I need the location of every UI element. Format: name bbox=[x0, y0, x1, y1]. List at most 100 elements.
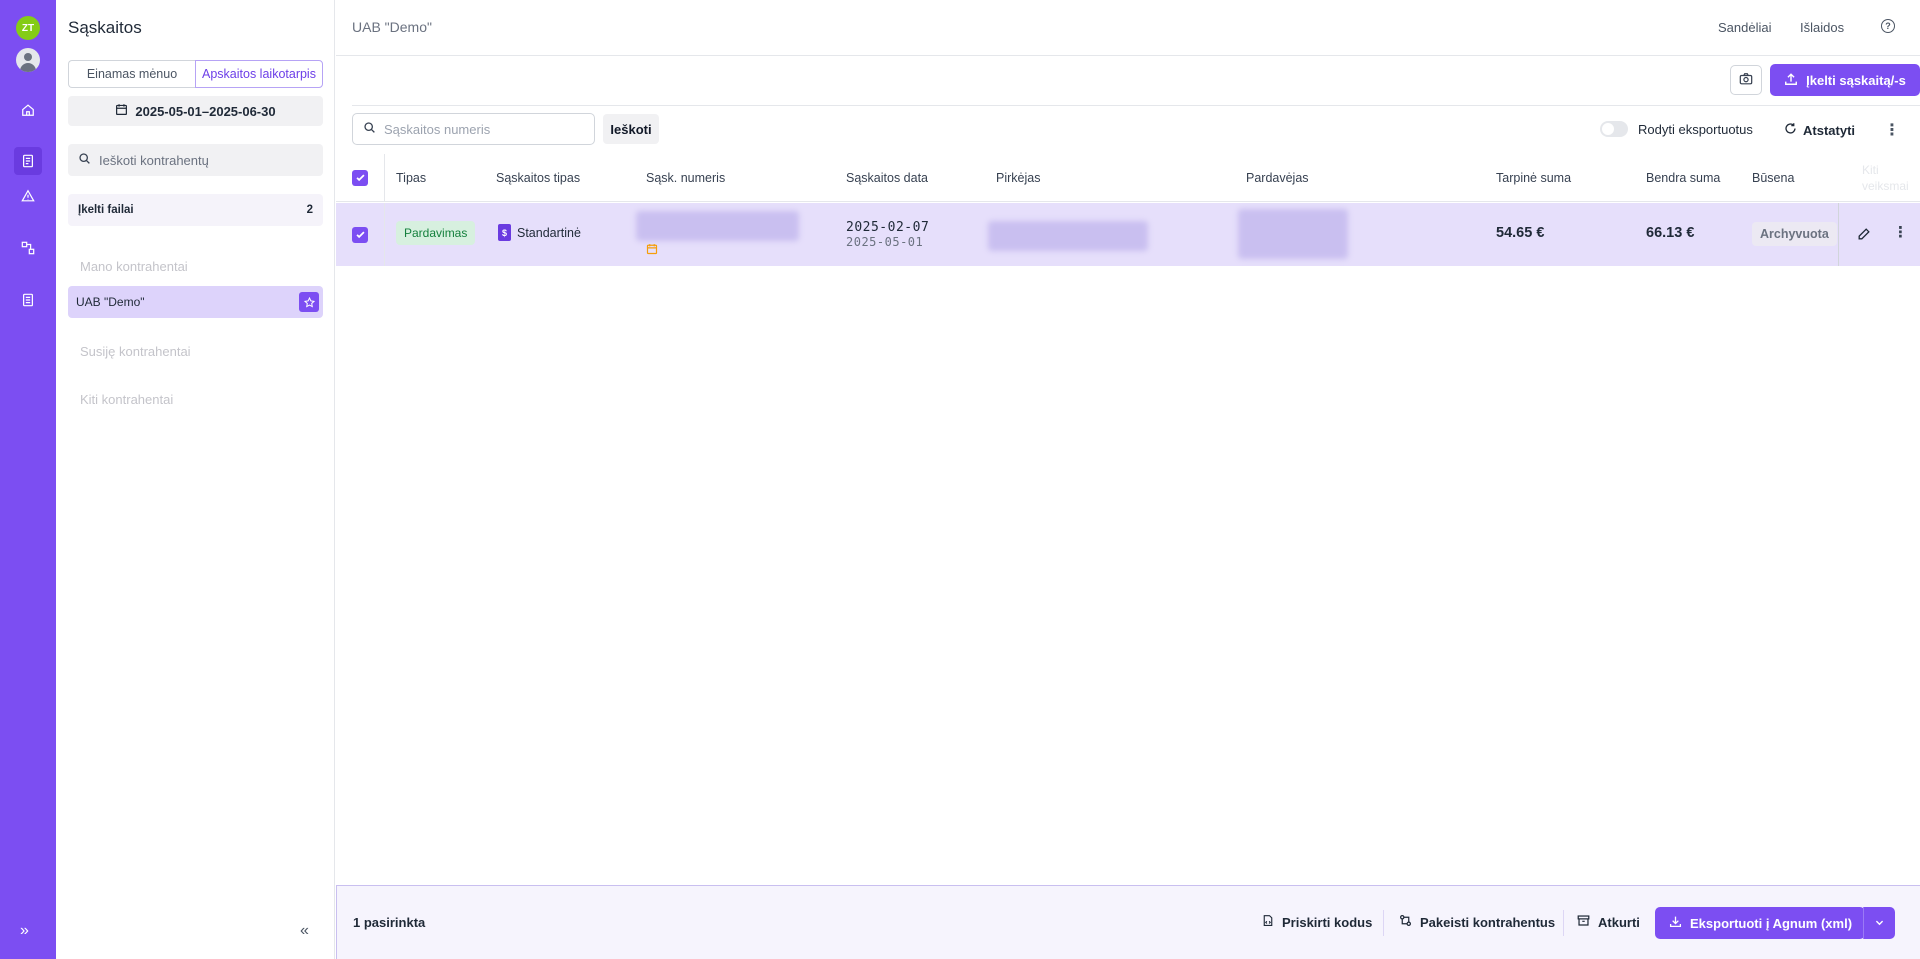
user-avatar[interactable] bbox=[16, 48, 40, 72]
row-more-icon[interactable]: ⋮ bbox=[1893, 223, 1908, 241]
nav-link-warehouses[interactable]: Sandėliai bbox=[1718, 20, 1772, 35]
invoice-type-cell: $ Standartinė bbox=[498, 224, 581, 241]
row-select-cell bbox=[336, 203, 385, 266]
search-icon bbox=[78, 152, 91, 168]
upload-invoice-button[interactable]: Įkelti sąskaitą/-s bbox=[1770, 64, 1920, 96]
organization-avatar[interactable]: ZT bbox=[16, 16, 40, 40]
table-row[interactable]: Pardavimas $ Standartinė 2025-02-07 2025… bbox=[336, 203, 1920, 266]
sidebar-title: Sąskaitos bbox=[68, 18, 142, 37]
date-range-picker[interactable]: 2025-05-01–2025-06-30 bbox=[68, 96, 323, 126]
search-icon bbox=[363, 121, 376, 137]
date-range-value: 2025-05-01–2025-06-30 bbox=[135, 103, 276, 119]
row-actions: ⋮ bbox=[1838, 203, 1920, 266]
assign-codes-button[interactable]: Priskirti kodus bbox=[1262, 914, 1372, 930]
divider bbox=[1383, 910, 1384, 936]
subtotal-amount: 54.65 € bbox=[1496, 225, 1545, 241]
invoice-date: 2025-02-07 bbox=[846, 220, 930, 235]
row-checkbox[interactable] bbox=[352, 226, 368, 243]
calendar-icon bbox=[115, 103, 128, 119]
collapse-sidebar-button[interactable]: « bbox=[300, 922, 309, 940]
file-code-icon bbox=[1262, 914, 1274, 930]
search-button[interactable]: Ieškoti bbox=[603, 114, 659, 144]
download-icon bbox=[1669, 915, 1682, 931]
type-badge: Pardavimas bbox=[396, 221, 476, 245]
more-options-icon[interactable]: ⋮ bbox=[1884, 120, 1900, 140]
calendar-warning-icon bbox=[646, 243, 658, 258]
column-header-invoice-date[interactable]: Sąskaitos data bbox=[846, 171, 928, 185]
reset-label: Atstatyti bbox=[1803, 122, 1856, 138]
report-icon[interactable] bbox=[18, 290, 38, 310]
show-exported-toggle[interactable] bbox=[1600, 121, 1628, 137]
assign-codes-label: Priskirti kodus bbox=[1282, 914, 1373, 930]
column-header-status[interactable]: Būsena bbox=[1752, 171, 1794, 185]
column-header-invoice-type[interactable]: Sąskaitos tipas bbox=[496, 171, 580, 185]
help-icon[interactable]: ? bbox=[1881, 19, 1895, 33]
refresh-icon bbox=[1784, 122, 1797, 138]
chevron-down-icon bbox=[1874, 916, 1885, 931]
column-header-type[interactable]: Tipas bbox=[396, 171, 426, 185]
linked-contractors-heading[interactable]: Susiję kontrahentai bbox=[80, 344, 191, 359]
tab-accounting-period[interactable]: Apskaitos laikotarpis bbox=[195, 60, 323, 88]
warning-icon[interactable] bbox=[18, 186, 38, 206]
select-all-cell bbox=[336, 154, 385, 201]
invoice-number-input[interactable] bbox=[384, 121, 584, 137]
connections-icon[interactable] bbox=[18, 238, 38, 258]
status-badge: Archyvuota bbox=[1752, 222, 1837, 246]
show-exported-label: Rodyti eksportuotus bbox=[1638, 122, 1753, 137]
uploaded-files-count: 2 bbox=[306, 204, 313, 216]
camera-button[interactable] bbox=[1730, 65, 1762, 95]
left-rail: ZT » bbox=[0, 0, 56, 959]
contractor-search bbox=[68, 144, 323, 176]
restore-label: Atkurti bbox=[1598, 914, 1640, 930]
camera-icon bbox=[1739, 72, 1753, 89]
select-all-checkbox[interactable] bbox=[352, 169, 368, 186]
uploaded-files-item[interactable]: Įkelti failai 2 bbox=[68, 194, 323, 226]
change-contractors-button[interactable]: Pakeisti kontrahentus bbox=[1399, 914, 1555, 930]
top-bar: UAB "Demo" Sandėliai Išlaidos ? bbox=[336, 0, 1920, 56]
column-header-subtotal[interactable]: Tarpinė suma bbox=[1496, 171, 1571, 185]
export-agnum-button[interactable]: Eksportuoti į Agnum (xml) bbox=[1655, 907, 1865, 939]
invoice-number-redacted bbox=[636, 211, 799, 241]
column-header-buyer[interactable]: Pirkėjas bbox=[996, 171, 1040, 185]
swap-icon bbox=[1399, 914, 1412, 930]
invoices-icon[interactable] bbox=[14, 147, 42, 175]
archive-icon bbox=[1577, 914, 1590, 930]
contractor-search-input[interactable] bbox=[99, 152, 309, 168]
total-amount: 66.13 € bbox=[1646, 225, 1695, 241]
seller-redacted bbox=[1238, 209, 1348, 259]
expand-sidebar-button[interactable]: » bbox=[20, 922, 29, 940]
invoice-document-icon: $ bbox=[498, 224, 511, 241]
home-icon[interactable] bbox=[18, 100, 38, 120]
invoice-search bbox=[352, 113, 595, 145]
column-header-other-actions: Kiti veiksmai bbox=[1862, 163, 1909, 193]
export-options-dropdown[interactable] bbox=[1863, 907, 1895, 939]
upload-icon bbox=[1784, 72, 1798, 89]
sidebar: Sąskaitos Einamas mėnuo Apskaitos laikot… bbox=[56, 0, 335, 959]
edit-icon[interactable] bbox=[1857, 227, 1871, 244]
my-contractors-heading[interactable]: Mano kontrahentai bbox=[80, 259, 188, 274]
change-contractors-label: Pakeisti kontrahentus bbox=[1420, 914, 1556, 930]
period-date: 2025-05-01 bbox=[846, 235, 924, 249]
filter-row: Ieškoti Rodyti eksportuotus Atstatyti ⋮ bbox=[336, 106, 1920, 154]
upload-invoice-label: Įkelti sąskaitą/-s bbox=[1806, 72, 1906, 88]
contractor-item[interactable]: UAB "Demo" bbox=[68, 286, 323, 318]
column-header-total[interactable]: Bendra suma bbox=[1646, 171, 1720, 185]
other-contractors-heading[interactable]: Kiti kontrahentai bbox=[80, 392, 173, 407]
table-header: Tipas Sąskaitos tipas Sąsk. numeris Sąsk… bbox=[336, 154, 1920, 202]
favorite-star-icon[interactable] bbox=[299, 292, 319, 312]
main-content: UAB "Demo" Sandėliai Išlaidos ? Įkelti s… bbox=[336, 0, 1920, 959]
reset-button[interactable]: Atstatyti bbox=[1784, 122, 1855, 138]
tab-current-month[interactable]: Einamas mėnuo bbox=[68, 60, 195, 88]
column-header-seller[interactable]: Pardavėjas bbox=[1246, 171, 1309, 185]
selected-count: 1 pasirinkta bbox=[353, 915, 426, 930]
selection-action-bar: 1 pasirinkta Priskirti kodus Pakeisti ko… bbox=[336, 885, 1920, 959]
contractor-name: UAB "Demo" bbox=[76, 295, 145, 309]
nav-link-expenses[interactable]: Išlaidos bbox=[1800, 20, 1844, 35]
company-name: UAB "Demo" bbox=[352, 19, 432, 35]
restore-button[interactable]: Atkurti bbox=[1577, 914, 1640, 930]
uploaded-files-label: Įkelti failai bbox=[78, 204, 134, 216]
period-tabs: Einamas mėnuo Apskaitos laikotarpis bbox=[68, 60, 323, 88]
column-header-invoice-number[interactable]: Sąsk. numeris bbox=[646, 171, 725, 185]
export-agnum-label: Eksportuoti į Agnum (xml) bbox=[1690, 915, 1853, 931]
action-row: Įkelti sąskaitą/-s bbox=[352, 56, 1920, 106]
